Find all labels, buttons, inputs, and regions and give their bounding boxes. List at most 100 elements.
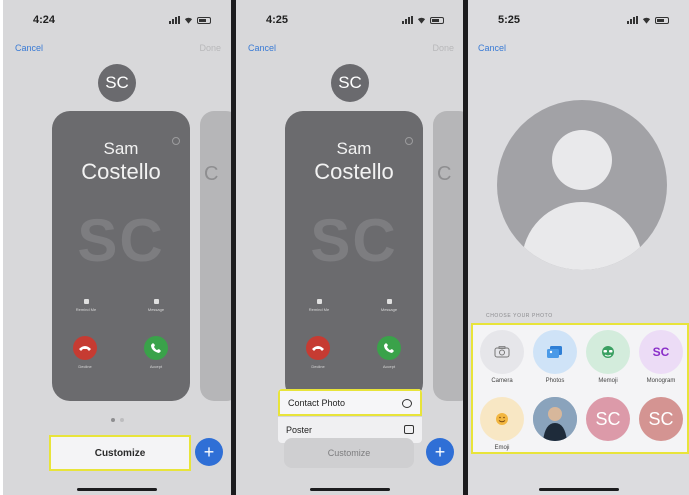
- person-photo-thumbnail: [533, 397, 577, 441]
- home-indicator: [77, 488, 157, 491]
- cancel-button[interactable]: Cancel: [478, 43, 506, 53]
- message-icon: [386, 299, 392, 304]
- signal-icon: [169, 16, 180, 24]
- customize-menu: Contact Photo Poster: [278, 389, 422, 443]
- wifi-icon: [642, 17, 651, 24]
- signal-icon: [627, 16, 638, 24]
- photo-options-panel: Camera Photos Memoji SC Monogram Emoji S…: [471, 323, 689, 454]
- option-camera[interactable]: Camera: [479, 330, 525, 384]
- battery-icon: [197, 16, 211, 24]
- poster-first-name: Sam: [336, 139, 372, 158]
- option-label: Photos: [545, 378, 565, 384]
- menu-item-contact-photo[interactable]: Contact Photo: [278, 389, 422, 416]
- home-indicator: [310, 488, 390, 491]
- poster-monogram: SC: [77, 207, 165, 274]
- option-recent-photo[interactable]: [532, 397, 578, 445]
- battery-icon: [655, 16, 669, 24]
- person-body-icon: [522, 202, 642, 270]
- status-bar: 5:25: [468, 14, 689, 30]
- message-action: Message: [369, 299, 409, 312]
- signal-icon: [402, 16, 413, 24]
- message-icon: [153, 299, 159, 304]
- monogram-pink-icon: SC: [586, 397, 630, 441]
- wifi-icon: [184, 17, 193, 24]
- avatar: SC: [331, 64, 369, 102]
- poster-first-name: Sam: [103, 139, 139, 158]
- customize-button[interactable]: Customize: [284, 438, 414, 468]
- decline-phone-icon: [73, 336, 97, 360]
- status-bar: 4:25: [236, 14, 464, 30]
- accept-label: Accept: [149, 364, 163, 369]
- poster-last-name: Costello: [314, 159, 394, 184]
- remind-me-action: Remind Me: [66, 299, 106, 312]
- monogram-text: SC: [648, 408, 674, 429]
- menu-item-label: Poster: [286, 425, 313, 435]
- customize-button[interactable]: Customize: [49, 435, 191, 471]
- accept-phone-icon: [377, 336, 401, 360]
- contact-poster-card[interactable]: Sam Costello SC Remind Me Message Declin…: [52, 111, 190, 401]
- add-button[interactable]: +: [426, 438, 454, 466]
- option-monogram-rose[interactable]: SC: [638, 397, 684, 445]
- decline-label: Decline: [311, 364, 325, 369]
- next-poster-card[interactable]: C: [433, 111, 464, 401]
- monogram-icon: SC: [639, 330, 683, 374]
- avatar: SC: [98, 64, 136, 102]
- peek-letter: C: [204, 163, 219, 185]
- monogram-text: SC: [595, 408, 621, 429]
- person-circle-icon: [402, 399, 412, 408]
- option-monogram-pink[interactable]: SC: [585, 397, 631, 445]
- poster-icon: [404, 425, 414, 434]
- choose-photo-label: CHOOSE YOUR PHOTO: [486, 313, 553, 319]
- status-icons: [627, 16, 669, 24]
- alarm-icon: [83, 299, 89, 304]
- screenshot-root: 4:24 Cancel Done SC Sam Costello SC Remi…: [0, 0, 689, 495]
- battery-icon: [430, 16, 444, 24]
- decline-label: Decline: [78, 364, 92, 369]
- page-indicator: [111, 418, 124, 422]
- accept-phone-icon: [144, 336, 168, 360]
- option-label: Memoji: [598, 378, 618, 384]
- accept-label: Accept: [382, 364, 396, 369]
- person-head-icon: [552, 130, 612, 190]
- option-label: Camera: [491, 378, 513, 384]
- remind-me-action: Remind Me: [299, 299, 339, 312]
- message-action: Message: [136, 299, 176, 312]
- status-bar: 4:24: [3, 14, 231, 30]
- poster-last-name: Costello: [81, 159, 161, 184]
- done-button[interactable]: Done: [432, 43, 454, 53]
- status-icons: [169, 16, 211, 24]
- option-emoji[interactable]: Emoji: [479, 397, 525, 451]
- phone-screen-2: 4:25 Cancel Done SC Sam Costello SC Remi…: [236, 0, 464, 495]
- option-label: Emoji: [494, 445, 510, 451]
- option-monogram[interactable]: SC Monogram: [638, 330, 684, 384]
- monogram-rose-icon: SC: [639, 397, 683, 441]
- decline-phone-icon: [306, 336, 330, 360]
- alarm-icon: [316, 299, 322, 304]
- photos-icon: [533, 330, 577, 374]
- status-icons: [402, 16, 444, 24]
- wifi-icon: [417, 17, 426, 24]
- option-memoji[interactable]: Memoji: [585, 330, 631, 384]
- phone-screen-3: 5:25 Cancel CHOOSE YOUR PHOTO Camera Pho…: [468, 0, 689, 495]
- camera-icon: [480, 330, 524, 374]
- peek-letter: C: [437, 163, 452, 185]
- monogram-text: SC: [652, 345, 670, 359]
- option-photos[interactable]: Photos: [532, 330, 578, 384]
- option-label: Monogram: [646, 378, 676, 384]
- add-button[interactable]: +: [195, 438, 223, 466]
- status-time: 5:25: [498, 14, 521, 26]
- contact-poster-card[interactable]: Sam Costello SC Remind Me Message Declin…: [285, 111, 423, 401]
- home-indicator: [538, 488, 619, 491]
- contact-photo-placeholder: [497, 100, 667, 270]
- emoji-icon: [480, 397, 524, 441]
- done-button[interactable]: Done: [199, 43, 221, 53]
- cancel-button[interactable]: Cancel: [15, 43, 43, 53]
- memoji-icon: [586, 330, 630, 374]
- cancel-button[interactable]: Cancel: [248, 43, 276, 53]
- next-poster-card[interactable]: C: [200, 111, 231, 401]
- status-time: 4:25: [266, 14, 289, 26]
- poster-monogram: SC: [310, 207, 398, 274]
- menu-item-label: Contact Photo: [288, 397, 346, 408]
- phone-screen-1: 4:24 Cancel Done SC Sam Costello SC Remi…: [3, 0, 231, 495]
- status-time: 4:24: [33, 14, 56, 26]
